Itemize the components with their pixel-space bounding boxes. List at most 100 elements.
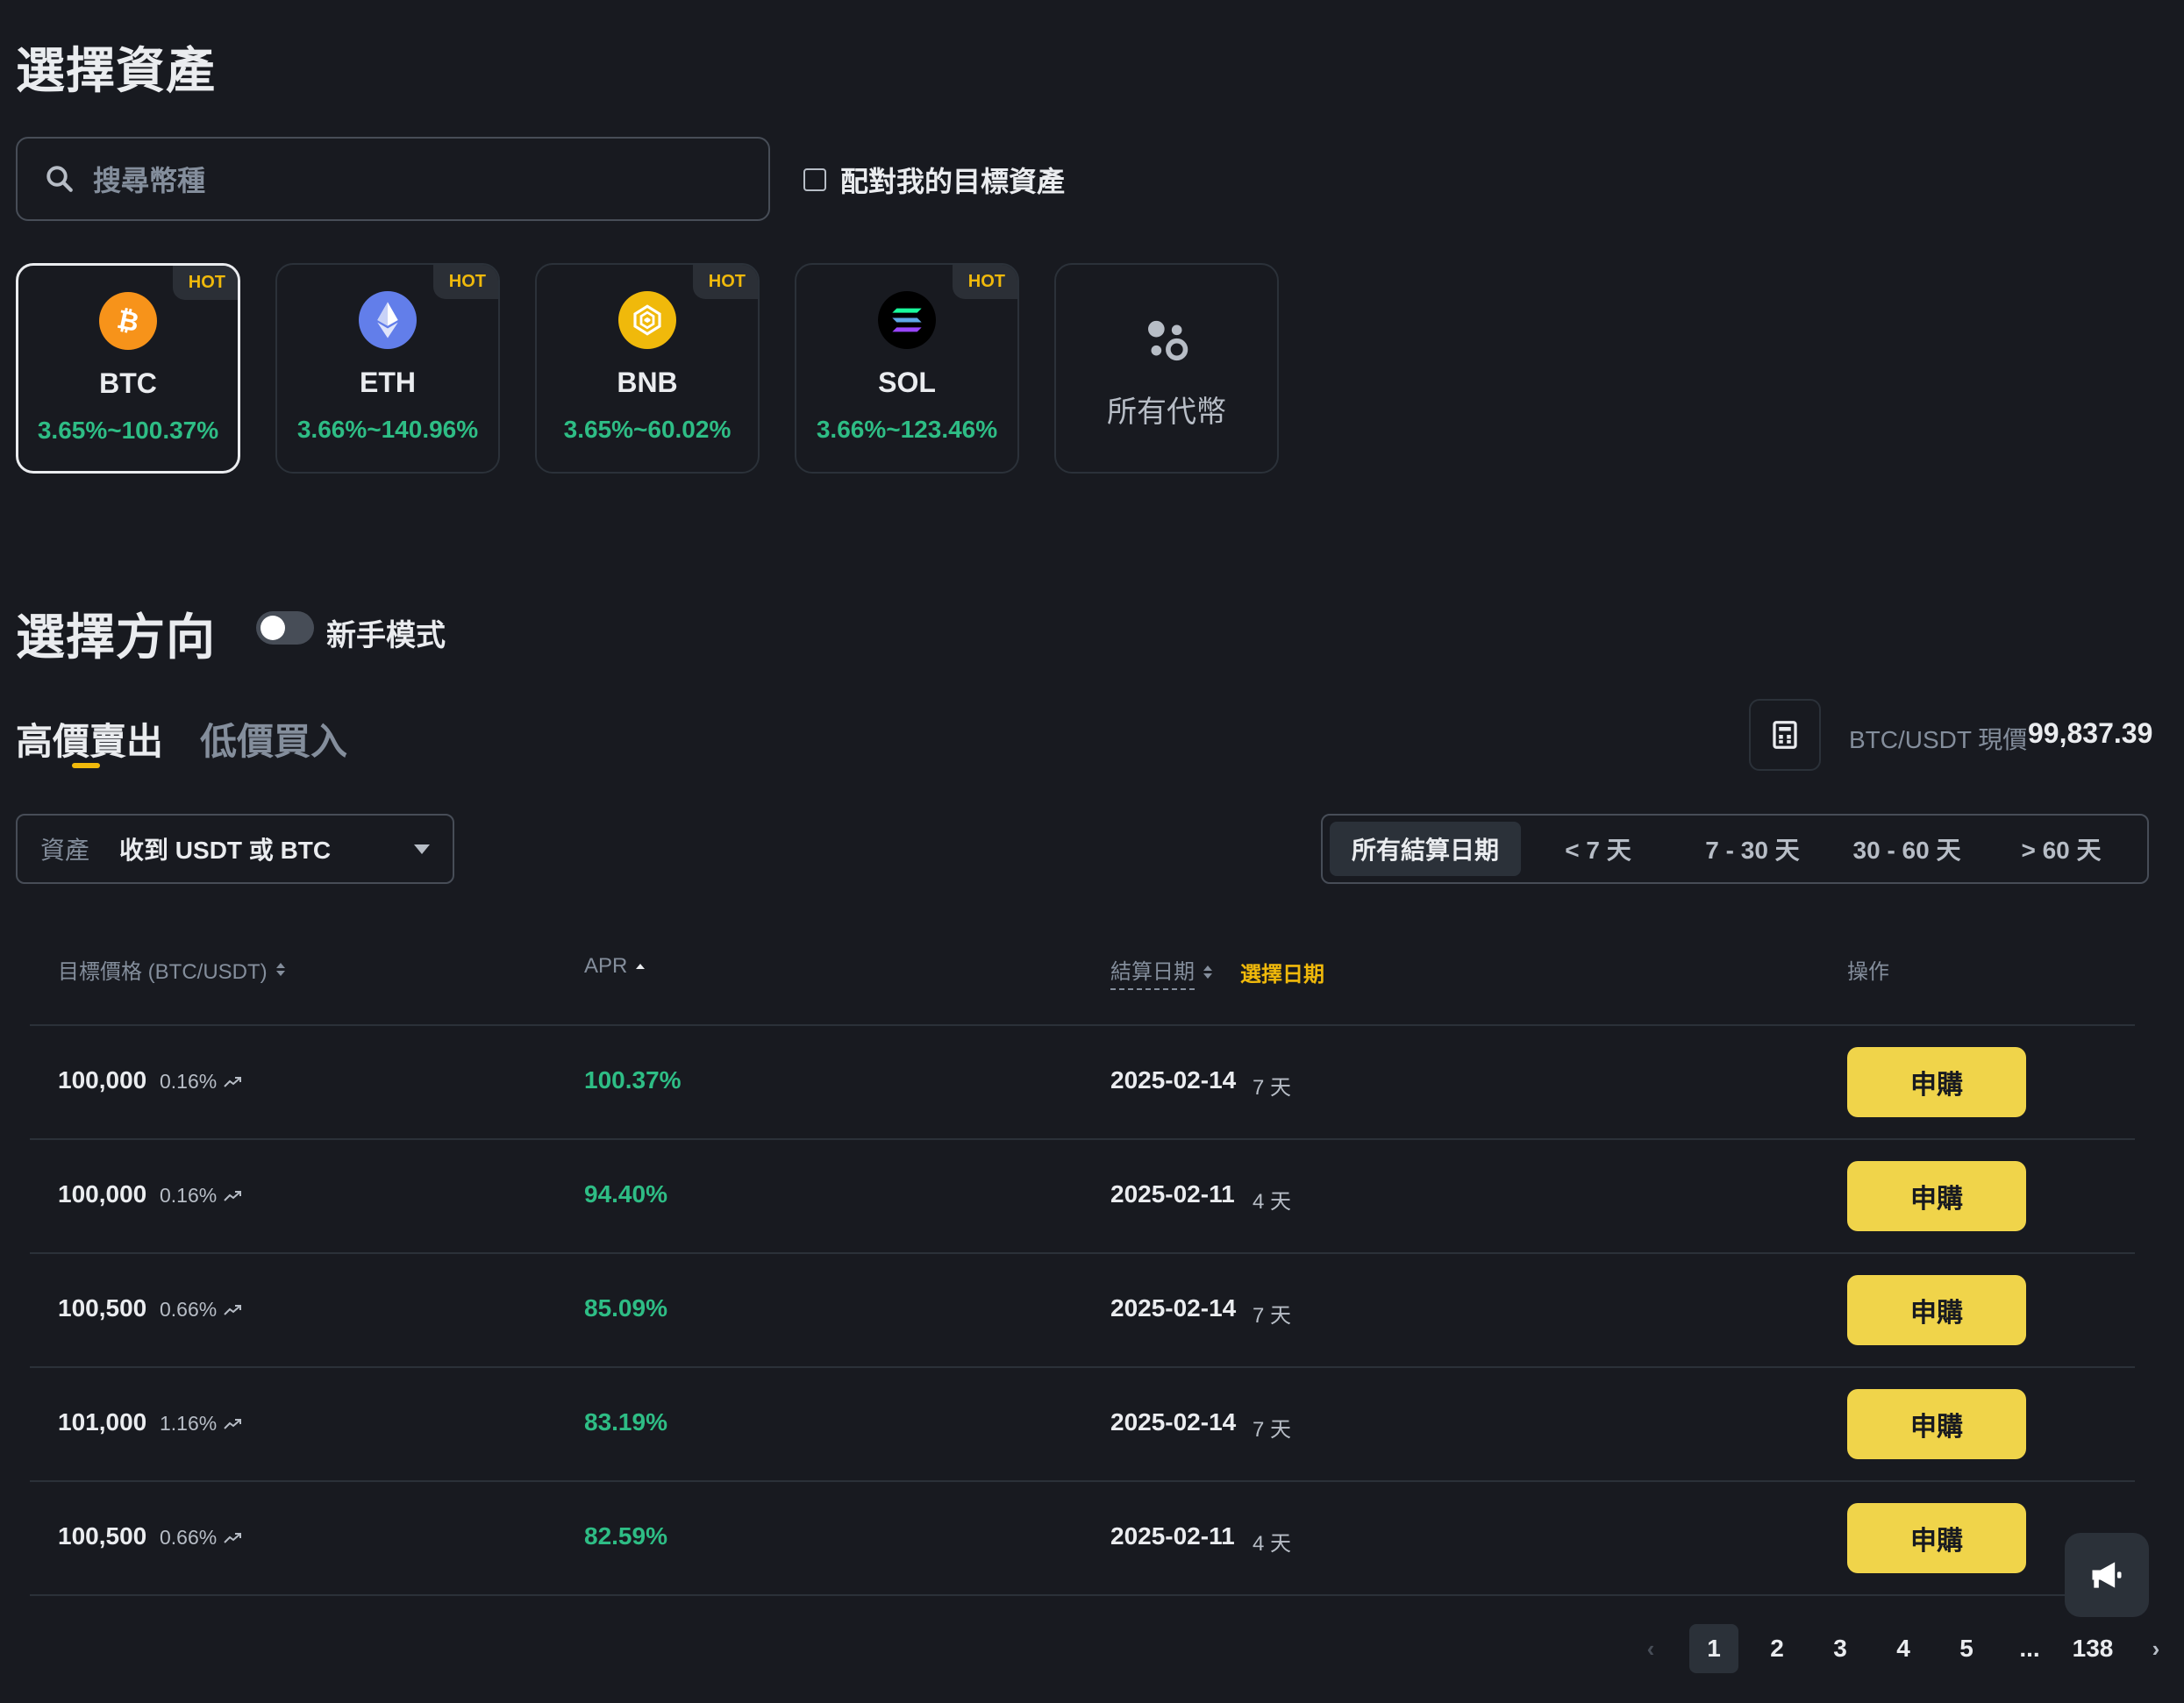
settle-date: 2025-02-11	[1110, 1180, 1235, 1208]
header-settle-date[interactable]: 結算日期 選擇日期	[1110, 954, 1324, 990]
price-distance-value: 1.16%	[160, 1412, 218, 1435]
tab-buy-low[interactable]: 低價買入	[200, 712, 347, 766]
hot-badge: HOT	[432, 265, 498, 299]
trend-up-icon	[224, 1076, 242, 1087]
price-distance: 0.16%	[160, 1070, 243, 1094]
apr-value: 82.59%	[584, 1522, 667, 1550]
days-remaining: 4 天	[1253, 1190, 1292, 1214]
sort-asc-icon	[636, 964, 646, 969]
apr-value: 83.19%	[584, 1408, 667, 1436]
asset-card-bnb[interactable]: HOT BNB 3.65%~60.02%	[535, 263, 760, 474]
price-distance-value: 0.16%	[160, 1070, 218, 1093]
page-4[interactable]: 4	[1879, 1624, 1928, 1673]
page-138[interactable]: 138	[2068, 1624, 2117, 1673]
date-filter-30-60[interactable]: 30 - 60 天	[1830, 822, 1984, 876]
header-settle-date-label: 結算日期	[1110, 954, 1195, 990]
page-1[interactable]: 1	[1689, 1624, 1738, 1673]
search-placeholder: 搜尋幣種	[93, 165, 206, 196]
date-filter-7-30[interactable]: 7 - 30 天	[1675, 822, 1830, 876]
receive-asset-select[interactable]: 資產 收到 USDT 或 BTC	[16, 814, 454, 884]
page-3[interactable]: 3	[1816, 1624, 1865, 1673]
price-distance: 0.66%	[160, 1298, 243, 1322]
current-price-value: 99,837.39	[2028, 717, 2153, 749]
subscribe-button[interactable]: 申購	[1847, 1275, 2026, 1345]
settlement-date-filter: 所有結算日期 < 7 天 7 - 30 天 30 - 60 天 > 60 天	[1321, 814, 2149, 884]
section-title-direction: 選擇方向	[16, 609, 216, 665]
section-title-asset: 選擇資產	[16, 43, 216, 98]
toggle-knob	[261, 616, 285, 640]
days-remaining: 7 天	[1253, 1418, 1292, 1442]
hot-badge: HOT	[692, 265, 758, 299]
asset-card-sol[interactable]: HOT SOL 3.66%~123.46%	[795, 263, 1019, 474]
subscribe-button[interactable]: 申購	[1847, 1047, 2026, 1117]
hot-badge: HOT	[172, 266, 238, 300]
table-bottom-divider	[30, 1594, 2135, 1596]
settle-date: 2025-02-11	[1110, 1522, 1235, 1550]
asset-apr-range: 3.65%~100.37%	[37, 417, 219, 444]
search-input[interactable]: 搜尋幣種	[16, 137, 770, 221]
match-target-assets-label: 配對我的目標資產	[840, 166, 1066, 197]
date-filter-over-60[interactable]: > 60 天	[1984, 822, 2138, 876]
announcement-button[interactable]	[2065, 1533, 2149, 1617]
asset-symbol: SOL	[878, 367, 936, 398]
subscribe-button[interactable]: 申購	[1847, 1503, 2026, 1573]
trend-up-icon	[224, 1418, 242, 1429]
pagination: ‹ 1 2 3 4 5 ... 138 ›	[1619, 1624, 2184, 1673]
match-target-assets-checkbox[interactable]: 配對我的目標資產	[803, 160, 1065, 200]
asset-symbol: BNB	[617, 367, 678, 398]
date-filter-under-7[interactable]: < 7 天	[1521, 822, 1675, 876]
beginner-mode-toggle[interactable]	[256, 611, 314, 645]
table-row: 100,500 0.66% 82.59% 2025-02-11 4 天 申購	[30, 1480, 2135, 1594]
asset-apr-range: 3.65%~60.02%	[563, 416, 732, 443]
table-row: 101,000 1.16% 83.19% 2025-02-14 7 天 申購	[30, 1366, 2135, 1480]
header-target-price[interactable]: 目標價格 (BTC/USDT)	[58, 954, 285, 985]
solana-icon	[878, 291, 936, 349]
page-ellipsis[interactable]: ...	[2005, 1624, 2054, 1673]
date-filter-all[interactable]: 所有結算日期	[1330, 822, 1521, 876]
trend-up-icon	[224, 1304, 242, 1315]
current-price-label: BTC/USDT 現價	[1849, 726, 2028, 753]
calculator-icon	[1773, 721, 1797, 749]
megaphone-icon	[2092, 1562, 2122, 1588]
apr-value: 100.37%	[584, 1066, 682, 1094]
asset-select-value: 收到 USDT 或 BTC	[119, 837, 332, 864]
tab-sell-high[interactable]: 高價賣出	[16, 712, 163, 766]
asset-card-all-tokens[interactable]: 所有代幣	[1054, 263, 1279, 474]
all-tokens-label: 所有代幣	[1107, 395, 1226, 429]
header-apr[interactable]: APR	[584, 954, 646, 979]
header-apr-label: APR	[584, 954, 628, 978]
ethereum-icon	[359, 291, 417, 349]
page-2[interactable]: 2	[1752, 1624, 1802, 1673]
choose-date-link[interactable]: 選擇日期	[1240, 957, 1324, 987]
active-tab-indicator	[72, 763, 100, 768]
header-target-price-label: 目標價格 (BTC/USDT)	[58, 960, 268, 984]
asset-symbol: ETH	[360, 367, 416, 398]
all-tokens-icon	[1148, 320, 1188, 361]
asset-card-eth[interactable]: HOT ETH 3.66%~140.96%	[275, 263, 500, 474]
sort-icon	[1203, 966, 1212, 979]
target-price: 101,000	[58, 1408, 147, 1436]
asset-card-btc[interactable]: HOT ₿ BTC 3.65%~100.37%	[16, 263, 240, 474]
calculator-button[interactable]	[1749, 699, 1821, 771]
next-page-button[interactable]: ›	[2131, 1624, 2180, 1673]
asset-apr-range: 3.66%~140.96%	[296, 416, 479, 443]
header-action: 操作	[1847, 954, 1889, 985]
trend-up-icon	[224, 1190, 242, 1201]
price-distance: 0.66%	[160, 1526, 243, 1550]
target-price: 100,000	[58, 1180, 147, 1208]
subscribe-button[interactable]: 申購	[1847, 1389, 2026, 1459]
settle-date: 2025-02-14	[1110, 1066, 1237, 1094]
price-distance-value: 0.66%	[160, 1298, 218, 1321]
apr-value: 85.09%	[584, 1294, 667, 1322]
checkbox-box[interactable]	[803, 168, 826, 191]
subscribe-button[interactable]: 申購	[1847, 1161, 2026, 1231]
header-action-label: 操作	[1847, 960, 1889, 984]
dual-investment-page: 選擇資產 搜尋幣種 配對我的目標資產 HOT ₿ BTC 3.65%~100.3…	[0, 0, 2184, 1703]
prev-page-button[interactable]: ‹	[1626, 1624, 1675, 1673]
days-remaining: 7 天	[1253, 1076, 1292, 1100]
page-5[interactable]: 5	[1942, 1624, 1991, 1673]
beginner-mode-label: 新手模式	[326, 619, 446, 652]
caret-down-icon	[414, 844, 430, 854]
target-price: 100,500	[58, 1294, 147, 1322]
trend-up-icon	[224, 1532, 242, 1543]
